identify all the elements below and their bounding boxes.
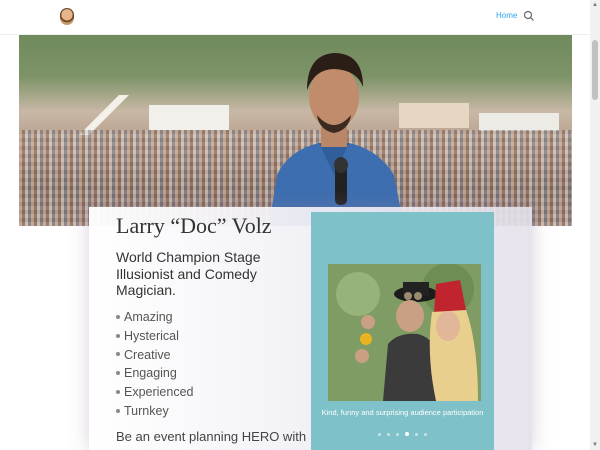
cta-text: Be an event planning HERO with <box>116 429 307 444</box>
performer-image <box>269 53 404 226</box>
slider-dot[interactable] <box>405 432 409 436</box>
scroll-thumb[interactable] <box>592 40 598 100</box>
photo-slider[interactable]: Kind, funny and surprising audience part… <box>311 212 494 450</box>
feature-item: Experienced <box>116 383 194 402</box>
vertical-scrollbar[interactable]: ▲ ▼ <box>590 0 600 450</box>
feature-list: Amazing Hysterical Creative Engaging Exp… <box>116 308 194 421</box>
slider-dot[interactable] <box>387 433 390 436</box>
feature-item: Turnkey <box>116 402 194 421</box>
feature-item: Hysterical <box>116 327 194 346</box>
slider-dot[interactable] <box>415 433 418 436</box>
slider-dots <box>311 432 494 436</box>
feature-item: Amazing <box>116 308 194 327</box>
site-header: Home <box>0 0 590 35</box>
performer-name: Larry “Doc” Volz <box>116 213 272 238</box>
hero-banner <box>19 35 572 226</box>
nav-home-link[interactable]: Home <box>496 11 517 20</box>
slide-image[interactable] <box>328 264 481 401</box>
feature-item: Creative <box>116 346 194 365</box>
site-logo[interactable] <box>60 8 74 25</box>
slider-dot[interactable] <box>378 433 381 436</box>
scroll-down-arrow-icon[interactable]: ▼ <box>591 441 599 449</box>
search-icon[interactable] <box>523 10 535 22</box>
performer-subtitle: World Champion Stage Illusionist and Com… <box>116 249 261 298</box>
slider-dot[interactable] <box>424 433 427 436</box>
slider-dot[interactable] <box>396 433 399 436</box>
feature-item: Engaging <box>116 364 194 383</box>
slide-caption: Kind, funny and surprising audience part… <box>321 408 484 417</box>
scroll-up-arrow-icon[interactable]: ▲ <box>591 1 599 9</box>
